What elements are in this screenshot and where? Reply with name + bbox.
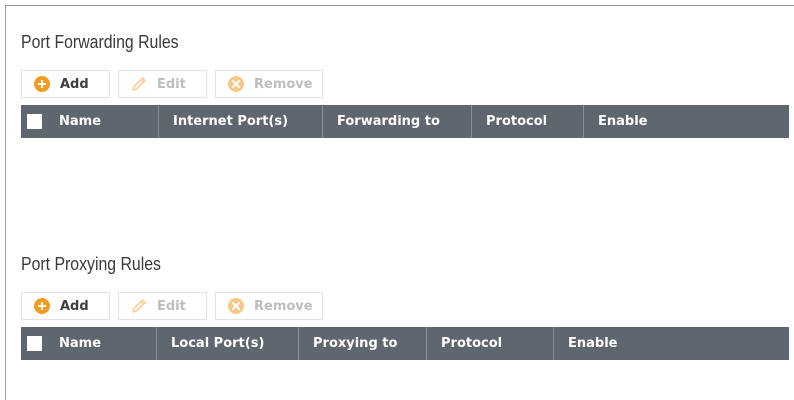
- remove-button-label: Remove: [254, 298, 313, 314]
- edit-button-label: Edit: [157, 76, 186, 92]
- column-header-forwarding-to[interactable]: Forwarding to: [323, 105, 472, 138]
- column-header-internet-ports[interactable]: Internet Port(s): [159, 105, 323, 138]
- select-all-checkbox[interactable]: [21, 105, 57, 138]
- edit-button[interactable]: Edit: [118, 70, 207, 98]
- select-all-checkbox[interactable]: [21, 327, 57, 360]
- edit-button-label: Edit: [157, 298, 186, 314]
- port-forwarding-toolbar: Add Edit Remove: [21, 70, 323, 98]
- remove-button[interactable]: Remove: [215, 70, 323, 98]
- plus-circle-icon: [34, 298, 50, 314]
- remove-button[interactable]: Remove: [215, 292, 323, 320]
- pencil-icon: [131, 298, 147, 314]
- add-button[interactable]: Add: [21, 292, 110, 320]
- add-button-label: Add: [60, 298, 89, 314]
- column-header-proxying-to[interactable]: Proxying to: [299, 327, 427, 360]
- port-proxying-title: Port Proxying Rules: [21, 254, 161, 274]
- column-header-enable[interactable]: Enable: [584, 105, 789, 138]
- add-button-label: Add: [60, 76, 89, 92]
- port-proxying-table-header: Name Local Port(s) Proxying to Protocol …: [21, 327, 789, 360]
- checkbox-box: [27, 336, 42, 351]
- port-proxying-section: Port Proxying Rules Add Edit Remove Name…: [21, 253, 789, 360]
- plus-circle-icon: [34, 76, 50, 92]
- column-header-enable[interactable]: Enable: [554, 327, 789, 360]
- x-circle-icon: [228, 298, 244, 314]
- column-header-protocol[interactable]: Protocol: [472, 105, 584, 138]
- checkbox-box: [27, 114, 42, 129]
- remove-button-label: Remove: [254, 76, 313, 92]
- edit-button[interactable]: Edit: [118, 292, 207, 320]
- column-header-protocol[interactable]: Protocol: [427, 327, 554, 360]
- port-proxying-toolbar: Add Edit Remove: [21, 292, 323, 320]
- column-header-local-ports[interactable]: Local Port(s): [157, 327, 299, 360]
- column-header-name[interactable]: Name: [57, 105, 159, 138]
- port-forwarding-title: Port Forwarding Rules: [21, 32, 179, 52]
- column-header-name[interactable]: Name: [57, 327, 157, 360]
- port-forwarding-table-header: Name Internet Port(s) Forwarding to Prot…: [21, 105, 789, 138]
- pencil-icon: [131, 76, 147, 92]
- x-circle-icon: [228, 76, 244, 92]
- port-forwarding-section: Port Forwarding Rules Add Edit Remove Na…: [21, 31, 789, 138]
- add-button[interactable]: Add: [21, 70, 110, 98]
